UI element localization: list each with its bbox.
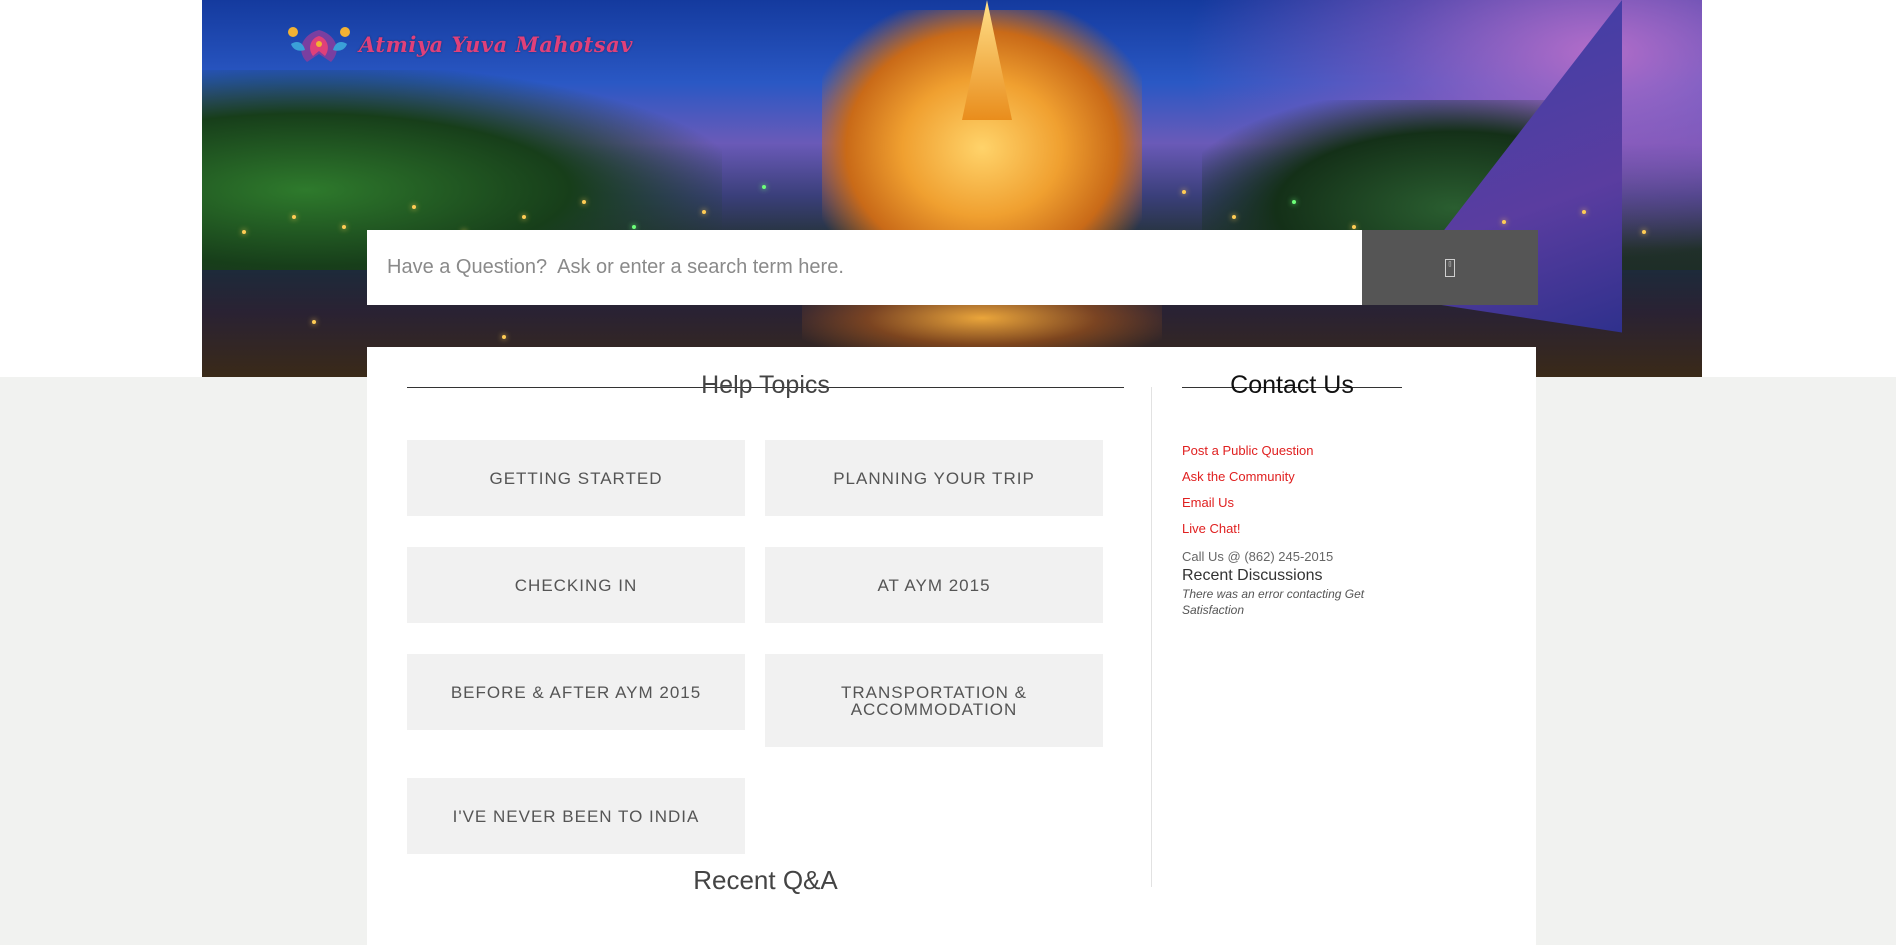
topic-at-aym-2015[interactable]: AT AYM 2015 xyxy=(765,547,1103,623)
ask-community-link[interactable]: Ask the Community xyxy=(1182,469,1314,495)
site-logo-text: Atmiya Yuva Mahotsav xyxy=(359,31,633,57)
recent-qa-title: Recent Q&A xyxy=(693,865,838,895)
search-input[interactable] xyxy=(367,230,1362,305)
email-us-link[interactable]: Email Us xyxy=(1182,495,1314,521)
contact-links: Post a Public Question Ask the Community… xyxy=(1182,443,1314,547)
contact-title: Contact Us xyxy=(1230,371,1354,399)
column-divider xyxy=(1151,387,1152,887)
post-public-question-link[interactable]: Post a Public Question xyxy=(1182,443,1314,469)
topic-planning-your-trip[interactable]: PLANNING YOUR TRIP xyxy=(765,440,1103,516)
topic-checking-in[interactable]: CHECKING IN xyxy=(407,547,745,623)
peacock-logo-icon xyxy=(288,27,350,62)
search-button[interactable]: ▯ xyxy=(1362,230,1538,305)
recent-discussions-error: There was an error contacting Get Satisf… xyxy=(1182,587,1365,617)
recent-discussions-title: Recent Discussions xyxy=(1182,567,1323,584)
help-topics-heading: Help Topics xyxy=(407,347,1124,399)
live-chat-link[interactable]: Live Chat! xyxy=(1182,521,1314,547)
main-content-card: Help Topics GETTING STARTED PLANNING YOU… xyxy=(367,347,1536,945)
topic-transportation-accommodation[interactable]: TRANSPORTATION & ACCOMMODATION xyxy=(765,654,1103,747)
help-topics-section: Help Topics GETTING STARTED PLANNING YOU… xyxy=(407,347,1124,895)
topic-never-been-to-india[interactable]: I'VE NEVER BEEN TO INDIA xyxy=(407,778,745,854)
search-icon: ▯ xyxy=(1445,258,1455,277)
topic-getting-started[interactable]: GETTING STARTED xyxy=(407,440,745,516)
contact-heading: Contact Us xyxy=(1182,347,1402,399)
site-logo[interactable]: Atmiya Yuva Mahotsav xyxy=(285,22,633,66)
topic-before-after-aym-2015[interactable]: BEFORE & AFTER AYM 2015 xyxy=(407,654,745,730)
help-topics-title: Help Topics xyxy=(701,371,830,399)
contact-section: Contact Us Post a Public Question Ask th… xyxy=(1182,347,1422,617)
call-us-text: Call Us @ (862) 245-2015 xyxy=(1182,549,1334,564)
search-bar: ▯ xyxy=(367,230,1538,305)
